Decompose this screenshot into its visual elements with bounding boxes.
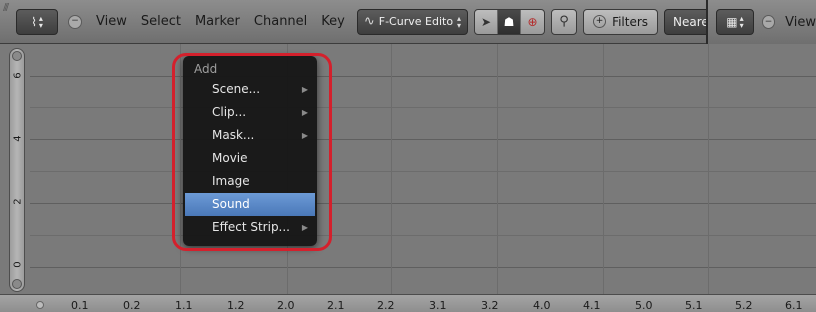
minus-icon: −: [764, 16, 773, 27]
x-tick-label: 2.1: [327, 299, 345, 312]
menu-item-movie[interactable]: Movie: [183, 147, 317, 170]
collapse-menus-button[interactable]: −: [68, 14, 82, 29]
properties-editor-icon: ▦: [726, 15, 738, 29]
menu-item-clip[interactable]: Clip... ▶: [183, 101, 317, 124]
y-axis-label: 2: [12, 198, 24, 205]
x-tick-label: 2.2: [377, 299, 395, 312]
x-tick-label: 5.0: [635, 299, 653, 312]
grid-line: [30, 171, 816, 172]
mode-label: F-Curve Edito: [378, 15, 454, 28]
snap-mode-label: Neare: [673, 14, 709, 29]
menu-item-label: Image: [212, 174, 250, 188]
y-axis-label: 0: [12, 261, 24, 268]
grid-line: [391, 44, 392, 294]
collapse-menus-button-2[interactable]: −: [761, 15, 776, 29]
plus-icon: +: [593, 15, 607, 28]
x-tick-label: 1.1: [175, 299, 193, 312]
menu-marker[interactable]: Marker: [195, 14, 240, 29]
submenu-arrow-icon: ▶: [301, 131, 308, 140]
y-axis-label: 6: [12, 72, 24, 79]
vertical-scrollbar[interactable]: [9, 48, 25, 292]
x-tick-label: 0.2: [123, 299, 141, 312]
secondary-editor-header: ▦ ▴ ▾ − View: [706, 0, 816, 44]
x-tick-label: 5.1: [685, 299, 703, 312]
menu-item-image[interactable]: Image: [183, 170, 317, 193]
dropdown-arrows-icon: ▴ ▾: [38, 13, 43, 30]
grid-line: [708, 44, 709, 294]
menu-item-label: Effect Strip...: [212, 220, 290, 234]
snap-mode-dropdown[interactable]: Neare: [664, 8, 711, 35]
x-tick-label: 4.1: [583, 299, 601, 312]
magnifier-icon[interactable]: ⚲: [551, 8, 578, 35]
grid-line: [30, 235, 816, 236]
menu-item-label: Scene...: [212, 82, 261, 96]
grid-line: [603, 44, 604, 294]
x-tick-label: 3.1: [429, 299, 447, 312]
dropdown-arrows-icon: ▴ ▾: [457, 13, 462, 30]
grid-line: [30, 139, 816, 140]
menu-select[interactable]: Select: [141, 14, 181, 29]
x-tick-label: 5.2: [735, 299, 753, 312]
f-curve-icon: ∿: [363, 14, 375, 29]
horizontal-scroll-handle[interactable]: [36, 301, 44, 309]
cursor-arrow-icon[interactable]: ➤: [475, 9, 499, 34]
menu-item-label: Movie: [212, 151, 248, 165]
tool-button-group: ➤ ☗ ⊕: [474, 8, 546, 35]
grid-line: [30, 76, 816, 77]
x-tick-label: 4.0: [533, 299, 551, 312]
editor-type-dropdown-2[interactable]: ▦ ▴ ▾: [716, 9, 754, 35]
x-tick-label: 0.1: [71, 299, 89, 312]
menu-item-label: Mask...: [212, 128, 255, 142]
submenu-arrow-icon: ▶: [301, 223, 308, 232]
grid-line: [30, 203, 816, 204]
frame-ruler[interactable]: 0.1 0.2 1.1 1.2 2.0 2.1 2.2 3.1 3.2 4.0 …: [0, 294, 816, 312]
menu-item-label: Sound: [212, 197, 250, 211]
pivot-target-icon[interactable]: ⊕: [521, 10, 544, 34]
menu-item-scene[interactable]: Scene... ▶: [183, 78, 317, 101]
menu-channel[interactable]: Channel: [254, 14, 307, 29]
editor-type-dropdown[interactable]: ⌇ ▴ ▾: [16, 8, 58, 35]
popup-title: Add: [194, 62, 218, 76]
graph-grid-area[interactable]: 6 4 2 0: [0, 44, 816, 294]
y-axis-label: 4: [12, 135, 24, 142]
menu-item-mask[interactable]: Mask... ▶: [183, 124, 317, 147]
mode-dropdown[interactable]: ∿ F-Curve Edito ▴ ▾: [356, 8, 469, 35]
graph-editor-icon: ⌇: [31, 14, 37, 29]
dropdown-arrows-icon: ▴ ▾: [739, 14, 744, 30]
ghost-icon[interactable]: ☗: [498, 9, 522, 34]
minus-icon: −: [71, 16, 79, 26]
menu-view[interactable]: View: [96, 14, 127, 29]
scroll-end-handle[interactable]: [12, 51, 22, 61]
scroll-end-handle[interactable]: [12, 279, 22, 289]
grid-line: [180, 44, 181, 294]
add-popup-menu: Add Scene... ▶ Clip... ▶ Mask... ▶ Movie…: [183, 56, 317, 246]
area-split-grip[interactable]: ///: [3, 2, 9, 13]
menu-key[interactable]: Key: [321, 14, 345, 29]
menu-item-label: Clip...: [212, 105, 247, 119]
submenu-arrow-icon: ▶: [301, 108, 308, 117]
x-tick-label: 3.2: [481, 299, 499, 312]
x-tick-label: 1.2: [227, 299, 245, 312]
x-tick-label: 2.0: [277, 299, 295, 312]
grid-line: [497, 44, 498, 294]
menu-item-sound[interactable]: Sound: [185, 193, 315, 216]
submenu-arrow-icon: ▶: [301, 85, 308, 94]
filters-button[interactable]: + Filters: [583, 8, 659, 35]
editor-header: /// ⌇ ▴ ▾ − View Select Marker Channel Ke…: [0, 0, 816, 44]
menu-item-effect-strip[interactable]: Effect Strip... ▶: [183, 216, 317, 239]
x-tick-label: 6.1: [785, 299, 803, 312]
grid-line: [30, 107, 816, 108]
menu-view-2[interactable]: View: [785, 15, 816, 30]
filters-label: Filters: [612, 14, 649, 29]
grid-line: [30, 267, 816, 268]
